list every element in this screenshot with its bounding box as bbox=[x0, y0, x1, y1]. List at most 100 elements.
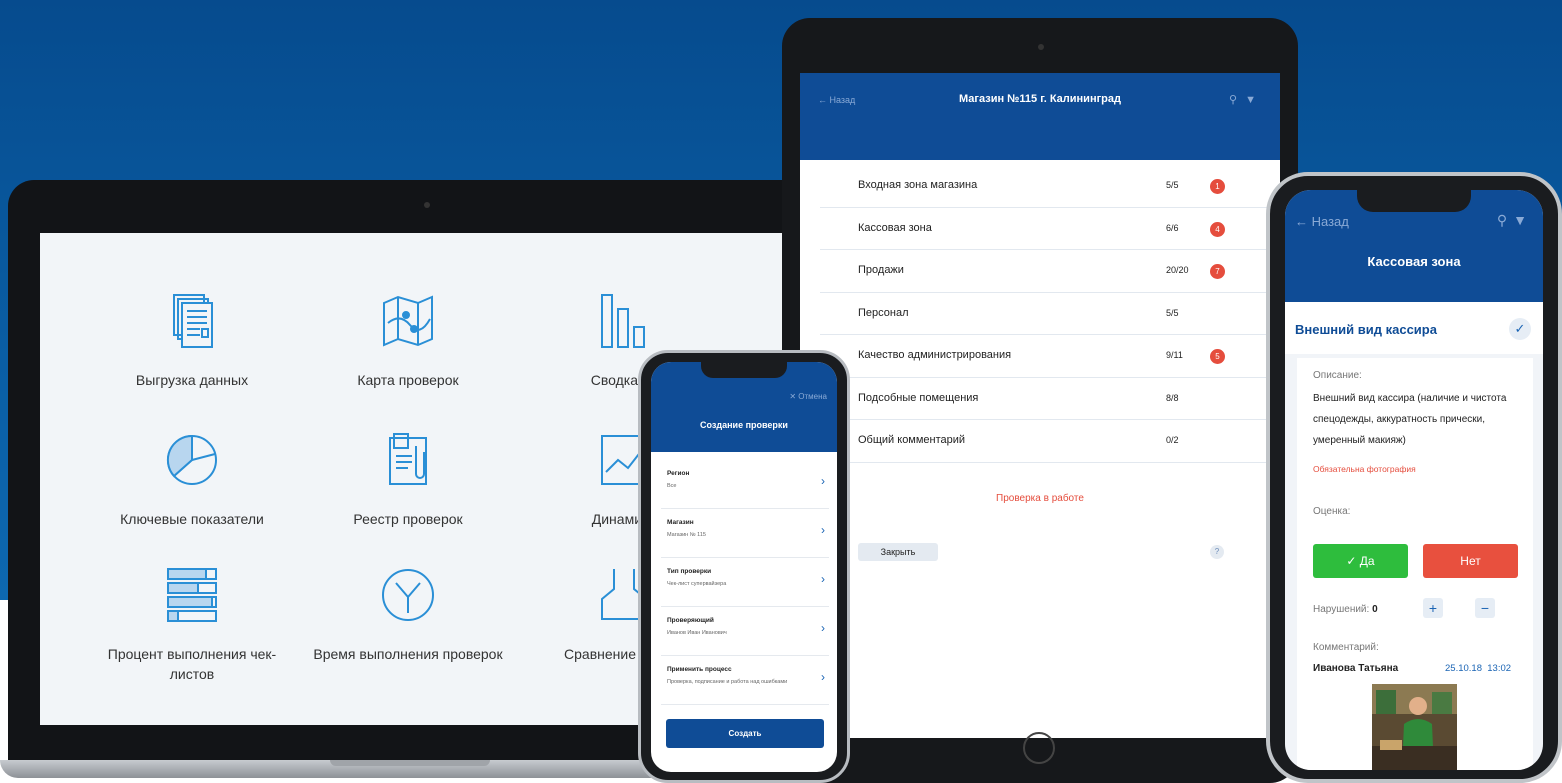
filter-icon[interactable]: ▼ bbox=[1513, 212, 1533, 228]
tablet-device: ← Назад Магазин №115 г. Калининград ⚲▼ В… bbox=[782, 18, 1298, 783]
zone-name: Продажи bbox=[858, 264, 904, 276]
description-label: Описание: bbox=[1313, 370, 1362, 381]
clipboard-icon bbox=[389, 433, 427, 485]
field-value: Магазин № 115 bbox=[667, 532, 706, 538]
check-icon: ✓ bbox=[1509, 318, 1531, 340]
violations-counter: Нарушений: 0 bbox=[1313, 604, 1378, 615]
tile-checklist-percent[interactable]: Процент выполнения чек-листов bbox=[92, 563, 292, 684]
list-item[interactable]: Продажи 20/20 7 bbox=[820, 250, 1272, 293]
search-icon[interactable]: ⚲ bbox=[1229, 94, 1245, 106]
form-row-store[interactable]: Магазин Магазин № 115 › bbox=[661, 509, 829, 558]
tile-label: Процент выполнения чек-листов bbox=[107, 646, 277, 682]
field-value: Иванов Иван Иванович bbox=[667, 630, 727, 636]
tile-data-export[interactable]: Выгрузка данных bbox=[92, 289, 292, 390]
section-header[interactable]: Внешний вид кассира ✓ bbox=[1285, 302, 1543, 354]
comment-time: 13:02 bbox=[1487, 663, 1512, 674]
form-row-process[interactable]: Применить процесс Проверка, подписание и … bbox=[661, 656, 829, 705]
zone-name: Персонал bbox=[858, 306, 909, 319]
comment-author: Иванова Татьяна bbox=[1313, 663, 1399, 674]
chevron-right-icon: › bbox=[821, 670, 825, 684]
tile-checks-map[interactable]: Карта проверок bbox=[308, 289, 508, 390]
comment-label: Комментарий: bbox=[1313, 642, 1379, 653]
chevron-right-icon: › bbox=[821, 523, 825, 537]
laptop-camera bbox=[424, 202, 430, 208]
tablet-camera bbox=[1038, 44, 1044, 50]
tile-label: Карта проверок bbox=[357, 372, 459, 388]
tablet-screen: ← Назад Магазин №115 г. Калининград ⚲▼ В… bbox=[800, 73, 1280, 738]
list-item[interactable]: Общий комментарий 0/2 bbox=[820, 420, 1272, 463]
issues-badge: 1 bbox=[1210, 179, 1225, 194]
attached-photo[interactable] bbox=[1372, 684, 1457, 770]
form-row-region[interactable]: Регион Все › bbox=[661, 460, 829, 509]
close-button[interactable]: Закрыть bbox=[858, 543, 938, 561]
form-row-inspector[interactable]: Проверяющий Иванов Иван Иванович › bbox=[661, 607, 829, 656]
zone-name: Кассовая зона bbox=[858, 221, 932, 234]
page-title: Магазин №115 г. Калининград bbox=[958, 93, 1121, 105]
map-icon bbox=[383, 295, 433, 347]
decrement-button[interactable]: − bbox=[1475, 598, 1495, 618]
comment-date: 25.10.18 bbox=[1445, 663, 1482, 674]
zone-name: Подсобные помещения bbox=[858, 391, 979, 404]
tile-check-time[interactable]: Время выполнения проверок bbox=[308, 563, 508, 664]
list-item[interactable]: Персонал 5/5 bbox=[820, 293, 1272, 335]
section-title: Внешний вид кассира bbox=[1295, 322, 1437, 337]
tile-label: Ключевые показатели bbox=[120, 511, 264, 527]
chevron-right-icon: › bbox=[821, 474, 825, 488]
phone-zone-details: ← Назад ⚲▼ Кассовая зона Внешний вид кас… bbox=[1266, 172, 1562, 783]
increment-button[interactable]: + bbox=[1423, 598, 1443, 618]
phone1-screen: ✕ Отмена Создание проверки Регион Все › Ма… bbox=[651, 362, 837, 772]
list-item[interactable]: Кассовая зона 6/6 4 bbox=[820, 208, 1272, 250]
zone-count: 5/5 bbox=[1166, 180, 1179, 190]
violations-value: 0 bbox=[1372, 604, 1378, 615]
criterion-card: Описание: Внешний вид кассира (наличие и… bbox=[1297, 358, 1533, 770]
progress-bars-icon bbox=[167, 568, 217, 622]
rating-label: Оценка: bbox=[1313, 506, 1351, 517]
description-text: Внешний вид кассира (наличие и чистота с… bbox=[1313, 393, 1507, 446]
back-button[interactable]: ← Назад bbox=[818, 95, 855, 105]
field-label: Магазин bbox=[667, 519, 694, 526]
issues-badge: 7 bbox=[1210, 264, 1225, 279]
cancel-button[interactable]: ✕ Отмена bbox=[789, 392, 827, 401]
page-title: Кассовая зона bbox=[1367, 254, 1461, 269]
yes-button[interactable]: ✓ Да bbox=[1313, 544, 1408, 578]
phone1-notch bbox=[701, 362, 787, 378]
documents-icon bbox=[173, 294, 213, 348]
form-list: Регион Все › Магазин Магазин № 115 › Тип про… bbox=[661, 460, 829, 705]
zone-count: 5/5 bbox=[1166, 307, 1179, 318]
chevron-right-icon: › bbox=[821, 572, 825, 586]
zone-count: 20/20 bbox=[1166, 265, 1189, 275]
no-button[interactable]: Нет bbox=[1423, 544, 1518, 578]
list-item[interactable]: Качество администрирования 9/11 5 bbox=[820, 335, 1272, 378]
tile-checks-registry[interactable]: Реестр проверок bbox=[308, 428, 508, 529]
tile-label: Выгрузка данных bbox=[135, 372, 249, 388]
zone-name: Входная зона магазина bbox=[858, 179, 978, 191]
issues-badge: 4 bbox=[1210, 221, 1225, 237]
check-status: Проверка в работе bbox=[996, 493, 1084, 504]
search-icon[interactable]: ⚲ bbox=[1497, 212, 1513, 228]
chevron-right-icon: › bbox=[821, 621, 825, 635]
list-item[interactable]: Подсобные помещения 8/8 bbox=[820, 378, 1272, 420]
zone-count: 6/6 bbox=[1166, 222, 1179, 233]
create-button[interactable]: Создать bbox=[666, 719, 824, 748]
clock-icon bbox=[382, 569, 434, 621]
phone2-screen: ← Назад ⚲▼ Кассовая зона Внешний вид кас… bbox=[1285, 190, 1543, 770]
violations-label: Нарушений: bbox=[1313, 604, 1370, 615]
photo-required-note: Обязательна фотография bbox=[1313, 464, 1416, 474]
field-label: Регион bbox=[667, 470, 690, 477]
form-row-check-type[interactable]: Тип проверки Чек-лист супервайзера › bbox=[661, 558, 829, 607]
filter-icon[interactable]: ▼ bbox=[1245, 94, 1264, 106]
issues-badge: 5 bbox=[1210, 349, 1225, 364]
photo-thumbnail-icon bbox=[1372, 684, 1457, 770]
field-label: Тип проверки bbox=[667, 568, 712, 575]
field-value: Все bbox=[667, 483, 677, 489]
back-button[interactable]: ← Назад bbox=[1295, 214, 1349, 229]
tile-label: Реестр проверок bbox=[353, 511, 463, 527]
tile-key-metrics[interactable]: Ключевые показатели bbox=[92, 428, 292, 529]
home-button[interactable] bbox=[1023, 732, 1055, 764]
help-icon[interactable]: ? bbox=[1210, 545, 1224, 559]
list-item[interactable]: Входная зона магазина 5/5 1 bbox=[820, 165, 1272, 208]
bar-chart-icon bbox=[601, 294, 645, 348]
zone-count: 0/2 bbox=[1166, 435, 1179, 445]
field-value: Чек-лист супервайзера bbox=[667, 581, 727, 587]
laptop-notch bbox=[330, 760, 490, 766]
